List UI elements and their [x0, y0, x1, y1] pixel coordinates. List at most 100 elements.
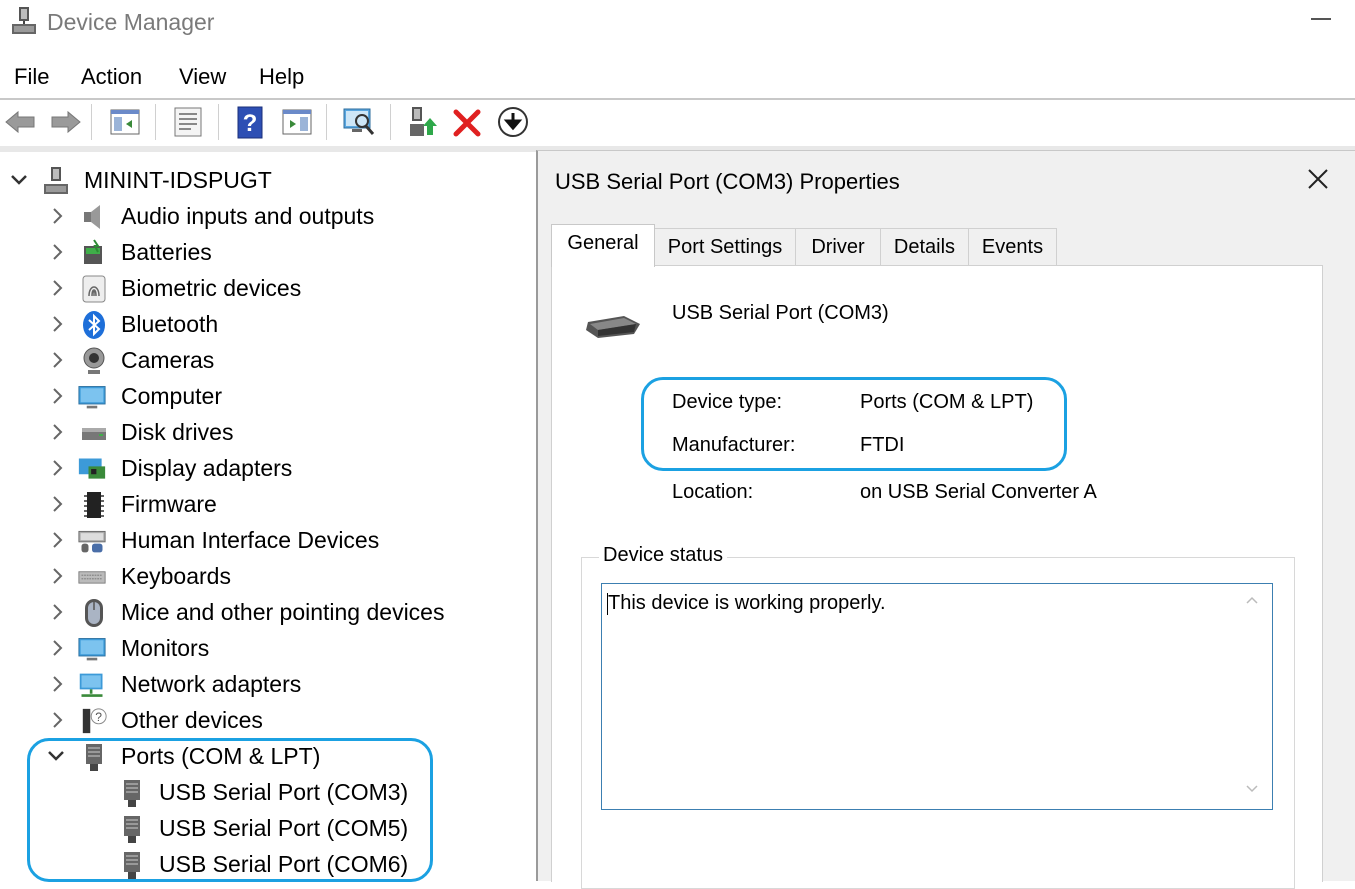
location-label: Location:: [672, 481, 754, 503]
tree-item-label: Human Interface Devices: [121, 527, 380, 553]
chevron-right-icon[interactable]: [48, 386, 68, 406]
tree-item-biometric[interactable]: Biometric devices: [0, 272, 535, 308]
tree-item-network[interactable]: Network adapters: [0, 668, 535, 704]
tree-item-label: Monitors: [121, 635, 210, 661]
tab-port-settings[interactable]: Port Settings: [654, 228, 796, 266]
menu-view[interactable]: View: [179, 64, 226, 90]
tab-details[interactable]: Details: [880, 228, 969, 266]
scroll-down-icon[interactable]: [1244, 781, 1260, 797]
action-pane-icon[interactable]: [280, 104, 314, 140]
hid-icon: [78, 530, 106, 553]
chevron-right-icon[interactable]: [48, 602, 68, 622]
tab-events[interactable]: Events: [968, 228, 1057, 266]
tree-item-label: Keyboards: [121, 563, 231, 589]
serial-port-device-icon: [586, 316, 640, 338]
tree-item-label: Bluetooth: [121, 311, 219, 337]
chevron-right-icon[interactable]: [48, 494, 68, 514]
dialog-title: USB Serial Port (COM3) Properties: [555, 169, 900, 194]
fingerprint-icon: [82, 275, 106, 303]
chevron-right-icon[interactable]: [48, 350, 68, 370]
chevron-right-icon[interactable]: [48, 458, 68, 478]
tree-item-label: Network adapters: [121, 671, 302, 697]
chevron-right-icon[interactable]: [48, 314, 68, 334]
chevron-right-icon[interactable]: [48, 206, 68, 226]
chevron-right-icon[interactable]: [48, 710, 68, 730]
chevron-down-icon[interactable]: [9, 170, 29, 190]
tab-strip: General Port Settings Driver Details Eve…: [551, 224, 1061, 267]
tree-item-computer[interactable]: Computer: [0, 380, 535, 416]
scroll-up-icon[interactable]: [1244, 592, 1260, 608]
keyboard-icon: [78, 571, 106, 584]
update-driver-icon[interactable]: [406, 104, 440, 140]
tree-item-label: Biometric devices: [121, 275, 302, 301]
tree-root-label: MININT-IDSPUGT: [84, 167, 272, 193]
toolbar: ?: [0, 100, 1355, 152]
tree-item-label: Audio inputs and outputs: [121, 203, 375, 229]
tab-driver[interactable]: Driver: [795, 228, 881, 266]
close-icon[interactable]: [1304, 165, 1332, 193]
toolbar-separator: [91, 104, 92, 140]
device-status-textbox[interactable]: This device is working properly.: [601, 583, 1273, 810]
tree-item-label: Cameras: [121, 347, 215, 373]
display-adapter-icon: [78, 458, 106, 479]
unknown-device-icon: ?: [82, 708, 107, 734]
tab-general[interactable]: General: [551, 224, 655, 267]
computer-tower-icon: [44, 167, 68, 194]
general-tab-panel: USB Serial Port (COM3) Device type: Port…: [551, 265, 1323, 889]
svg-text:?: ?: [95, 710, 102, 724]
device-status-group: Device status This device is working pro…: [581, 544, 1295, 889]
disk-drive-icon: [82, 428, 106, 440]
help-icon[interactable]: ?: [234, 104, 268, 140]
chevron-right-icon[interactable]: [48, 530, 68, 550]
chevron-right-icon[interactable]: [48, 674, 68, 694]
tree-item-batteries[interactable]: Batteries: [0, 236, 535, 272]
location-value: on USB Serial Converter A: [860, 481, 1097, 503]
tree-item-label: Mice and other pointing devices: [121, 599, 445, 625]
menu-file[interactable]: File: [14, 64, 49, 90]
chevron-right-icon[interactable]: [48, 638, 68, 658]
chevron-right-icon[interactable]: [48, 278, 68, 298]
show-hide-console-tree-icon[interactable]: [108, 104, 142, 140]
tree-item-other-devices[interactable]: ? Other devices: [0, 704, 535, 740]
menu-help[interactable]: Help: [259, 64, 304, 90]
webcam-icon: [83, 347, 105, 374]
speaker-icon: [84, 205, 100, 229]
tree-item-mice[interactable]: Mice and other pointing devices: [0, 596, 535, 632]
monitor-icon: [78, 386, 106, 409]
disable-device-icon[interactable]: [496, 104, 530, 140]
tree-item-audio[interactable]: Audio inputs and outputs: [0, 200, 535, 236]
device-status-text: This device is working properly.: [608, 592, 886, 614]
properties-icon[interactable]: [171, 104, 205, 140]
toolbar-separator: [155, 104, 156, 140]
tree-item-cameras[interactable]: Cameras: [0, 344, 535, 380]
tree-item-label: Batteries: [121, 239, 212, 265]
ports-highlight-annotation: [27, 738, 433, 882]
scan-hardware-icon[interactable]: [342, 104, 376, 140]
window-title: Device Manager: [47, 9, 215, 35]
back-icon[interactable]: [4, 104, 38, 140]
tree-item-label: Computer: [121, 383, 222, 409]
forward-icon[interactable]: [48, 104, 82, 140]
device-name: USB Serial Port (COM3): [672, 302, 889, 324]
tree-root[interactable]: MININT-IDSPUGT: [0, 164, 535, 200]
tree-item-firmware[interactable]: Firmware: [0, 488, 535, 524]
tree-item-disk-drives[interactable]: Disk drives: [0, 416, 535, 452]
chevron-right-icon[interactable]: [48, 242, 68, 262]
uninstall-icon[interactable]: [450, 104, 484, 140]
battery-icon: [84, 239, 102, 264]
svg-text:?: ?: [243, 110, 258, 137]
tree-item-bluetooth[interactable]: Bluetooth: [0, 308, 535, 344]
bluetooth-icon: [83, 311, 105, 339]
tree-item-display-adapters[interactable]: Display adapters: [0, 452, 535, 488]
tree-item-hid[interactable]: Human Interface Devices: [0, 524, 535, 560]
network-icon: [79, 673, 103, 697]
tree-item-label: Firmware: [121, 491, 217, 517]
chevron-right-icon[interactable]: [48, 422, 68, 442]
chevron-right-icon[interactable]: [48, 566, 68, 586]
menu-action[interactable]: Action: [81, 64, 142, 90]
tree-item-monitors[interactable]: Monitors: [0, 632, 535, 668]
title-bar: Device Manager: [0, 0, 1355, 48]
minimize-button[interactable]: [1308, 4, 1334, 30]
chip-icon: [84, 492, 104, 518]
tree-item-keyboards[interactable]: Keyboards: [0, 560, 535, 596]
